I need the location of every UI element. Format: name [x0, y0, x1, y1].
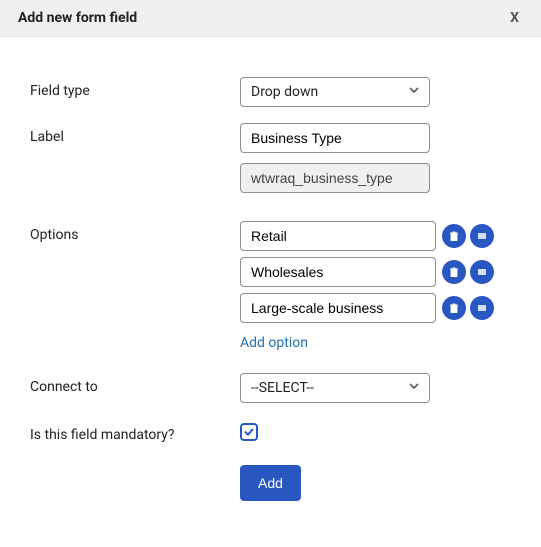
label-label: Label — [30, 123, 240, 145]
modal-header: Add new form field X — [0, 0, 541, 37]
trash-icon — [448, 302, 460, 314]
slug-input — [240, 163, 430, 193]
option-row — [240, 221, 511, 251]
label-input[interactable] — [240, 123, 430, 153]
row-field-type: Field type Drop down — [30, 77, 511, 107]
label-options: Options — [30, 221, 240, 243]
label-connect-to: Connect to — [30, 373, 240, 395]
drag-handle-icon — [476, 302, 488, 314]
mandatory-checkbox[interactable] — [240, 423, 258, 441]
field-type-select-value: Drop down — [240, 77, 430, 107]
option-row — [240, 293, 511, 323]
reorder-option-button[interactable] — [470, 260, 494, 284]
field-type-select[interactable]: Drop down — [240, 77, 430, 107]
modal-title: Add new form field — [18, 10, 137, 26]
row-options: Options — [30, 221, 511, 351]
label-field-type: Field type — [30, 77, 240, 99]
trash-icon — [448, 266, 460, 278]
option-row — [240, 257, 511, 287]
delete-option-button[interactable] — [442, 260, 466, 284]
row-mandatory: Is this field mandatory? — [30, 421, 511, 443]
reorder-option-button[interactable] — [470, 224, 494, 248]
option-input[interactable] — [240, 257, 436, 287]
label-submit-spacer — [30, 465, 240, 471]
label-slug-spacer — [30, 163, 240, 169]
drag-handle-icon — [476, 230, 488, 242]
add-button[interactable]: Add — [240, 465, 301, 501]
option-input[interactable] — [240, 221, 436, 251]
trash-icon — [448, 230, 460, 242]
row-slug — [30, 163, 511, 193]
connect-to-select[interactable]: --SELECT-- — [240, 373, 430, 403]
form-body: Field type Drop down Label Options — [0, 37, 541, 547]
option-input[interactable] — [240, 293, 436, 323]
check-icon — [243, 426, 255, 438]
add-option-link[interactable]: Add option — [240, 335, 308, 351]
delete-option-button[interactable] — [442, 296, 466, 320]
row-submit: Add — [30, 465, 511, 501]
row-label: Label — [30, 123, 511, 153]
reorder-option-button[interactable] — [470, 296, 494, 320]
close-icon[interactable]: X — [506, 10, 523, 26]
connect-to-select-value: --SELECT-- — [240, 373, 430, 403]
delete-option-button[interactable] — [442, 224, 466, 248]
label-mandatory: Is this field mandatory? — [30, 421, 240, 443]
row-connect-to: Connect to --SELECT-- — [30, 373, 511, 403]
drag-handle-icon — [476, 266, 488, 278]
